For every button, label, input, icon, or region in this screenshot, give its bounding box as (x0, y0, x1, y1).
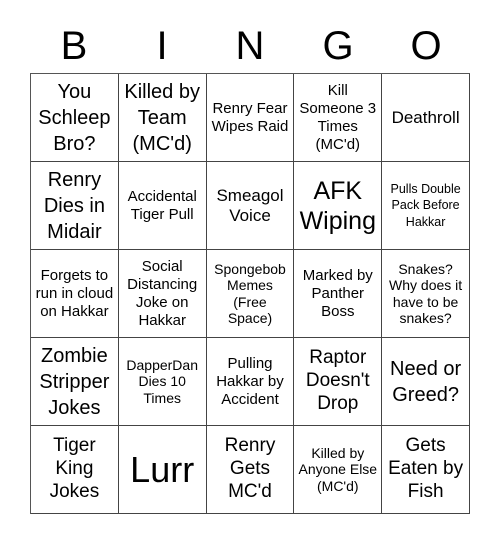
bingo-cell[interactable]: Accidental Tiger Pull (118, 162, 207, 250)
bingo-header: B I N G O (30, 20, 470, 72)
bingo-cell[interactable]: Tiger King Jokes (31, 426, 119, 514)
header-letter-n: N (235, 24, 265, 68)
header-letter-o: O (410, 24, 442, 68)
bingo-cell[interactable]: Marked by Panther Boss (294, 250, 383, 338)
bingo-cell[interactable]: Raptor Doesn't Drop (294, 338, 383, 426)
bingo-cell[interactable]: Need or Greed? (382, 338, 470, 426)
bingo-cell[interactable]: Snakes? Why does it have to be snakes? (382, 250, 470, 338)
bingo-cell[interactable]: Forgets to run in cloud on Hakkar (31, 250, 119, 338)
bingo-cell[interactable]: DapperDan Dies 10 Times (118, 338, 207, 426)
bingo-cell[interactable]: Lurr (118, 426, 207, 514)
bingo-cell[interactable]: Social Distancing Joke on Hakkar (118, 250, 207, 338)
bingo-cell[interactable]: Zombie Stripper Jokes (31, 338, 119, 426)
bingo-cell[interactable]: Smeagol Voice (206, 162, 295, 250)
bingo-cell[interactable]: Renry Fear Wipes Raid (206, 74, 295, 162)
bingo-cell[interactable]: Kill Someone 3 Times (MC'd) (294, 74, 383, 162)
free-space-cell[interactable]: Spongebob Memes (Free Space) (206, 250, 295, 338)
bingo-cell[interactable]: Pulls Double Pack Before Hakkar (382, 162, 470, 250)
bingo-cell[interactable]: You Schleep Bro? (31, 74, 119, 162)
bingo-cell[interactable]: AFK Wiping (294, 162, 383, 250)
bingo-cell[interactable]: Deathroll (382, 74, 470, 162)
bingo-cell[interactable]: Renry Dies in Midair (31, 162, 119, 250)
bingo-cell[interactable]: Renry Gets MC'd (206, 426, 295, 514)
header-letter-i: I (156, 24, 168, 68)
bingo-cell[interactable]: Killed by Team (MC'd) (118, 74, 207, 162)
header-letter-b: B (60, 24, 88, 68)
bingo-cell[interactable]: Gets Eaten by Fish (382, 426, 470, 514)
bingo-cell[interactable]: Killed by Anyone Else (MC'd) (294, 426, 383, 514)
bingo-grid: You Schleep Bro? Killed by Team (MC'd) R… (30, 73, 470, 514)
header-letter-g: G (322, 24, 354, 68)
bingo-cell[interactable]: Pulling Hakkar by Accident (206, 338, 295, 426)
